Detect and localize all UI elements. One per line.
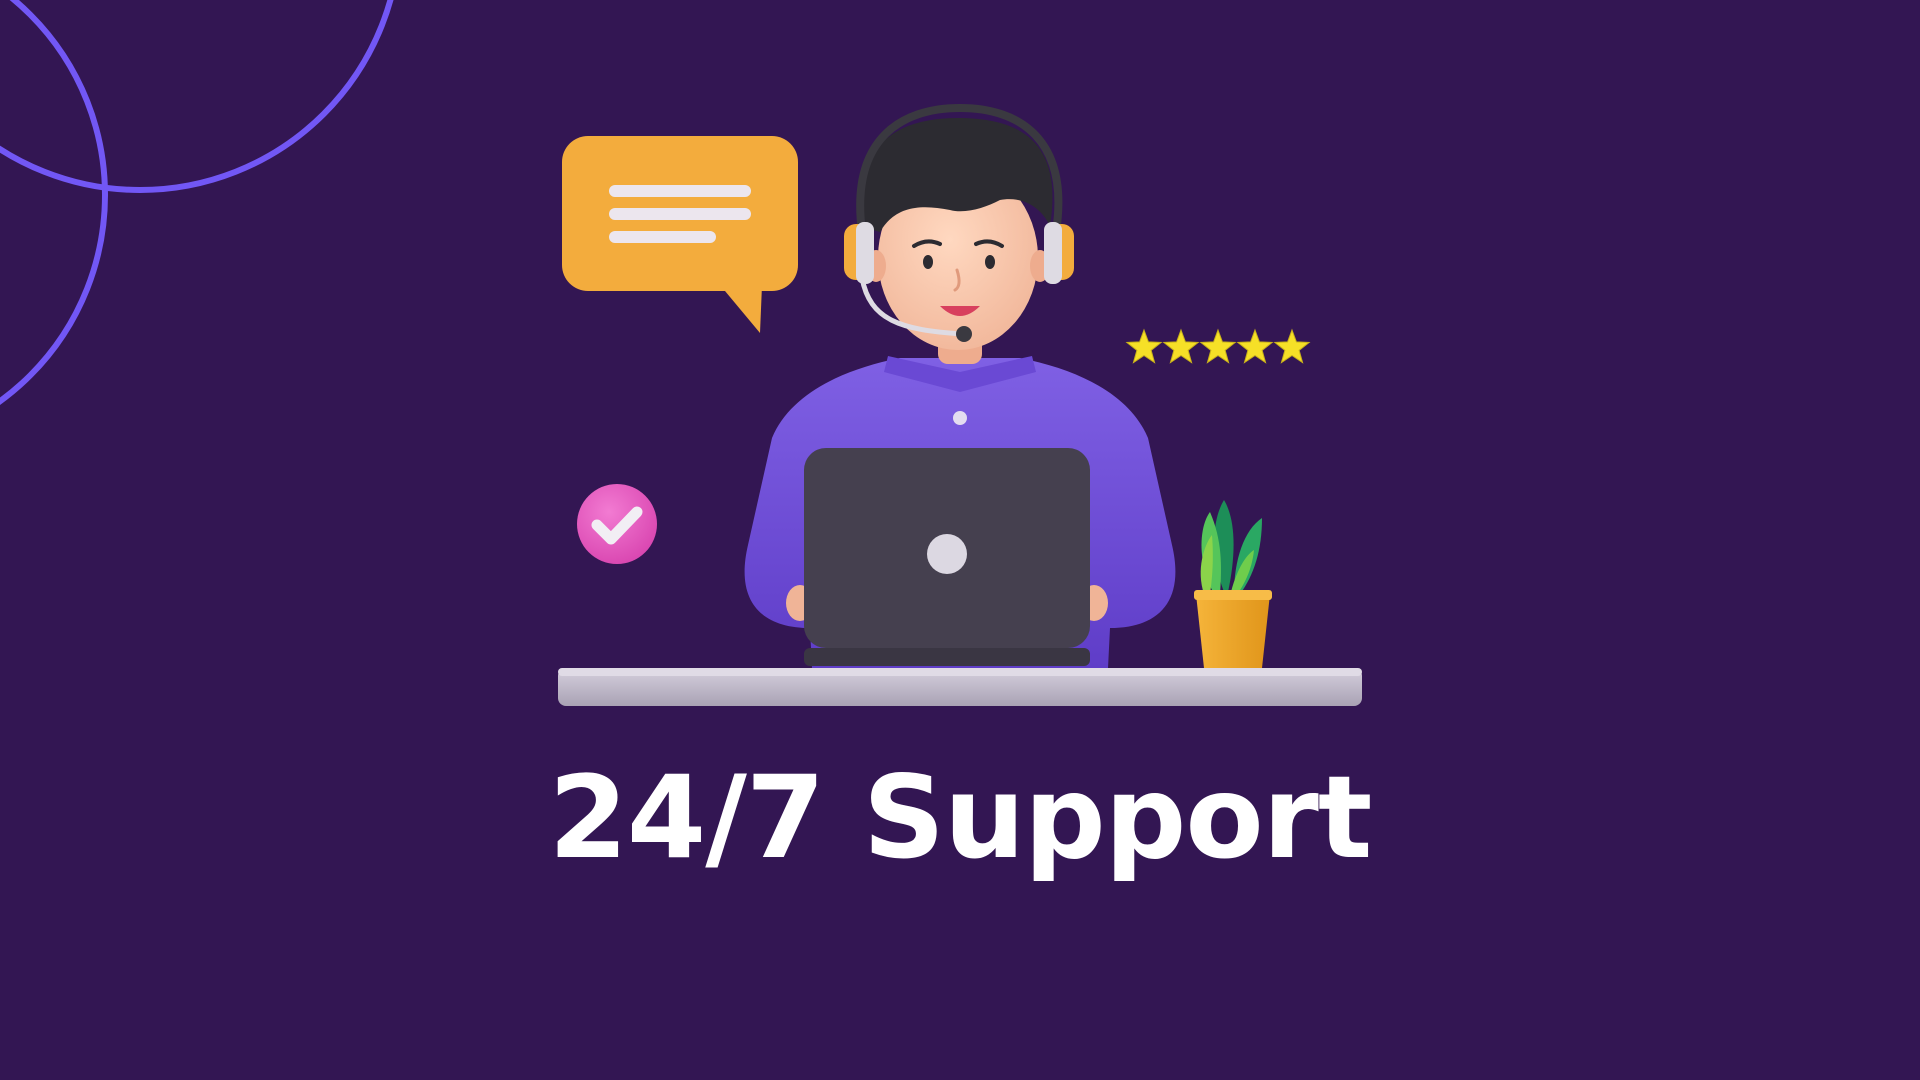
desk: [558, 668, 1362, 706]
star-icon: [1162, 328, 1200, 364]
shirt-button: [953, 411, 967, 425]
potted-plant-icon: [1194, 500, 1272, 668]
page-title: 24/7 Support: [548, 751, 1373, 884]
star-icon: [1273, 328, 1311, 364]
plant-pot: [1196, 594, 1270, 668]
star-icon: [1199, 328, 1237, 364]
star-icon: [1125, 328, 1163, 364]
support-banner: 24/7 Support: [0, 0, 1920, 1080]
star-rating: [1125, 328, 1311, 364]
star-icon: [1236, 328, 1274, 364]
laptop: [804, 448, 1090, 666]
support-agent-illustration: [558, 103, 1362, 706]
laptop-logo-icon: [927, 534, 967, 574]
check-badge-icon: [577, 484, 657, 564]
chat-bubble-icon: [562, 136, 798, 333]
